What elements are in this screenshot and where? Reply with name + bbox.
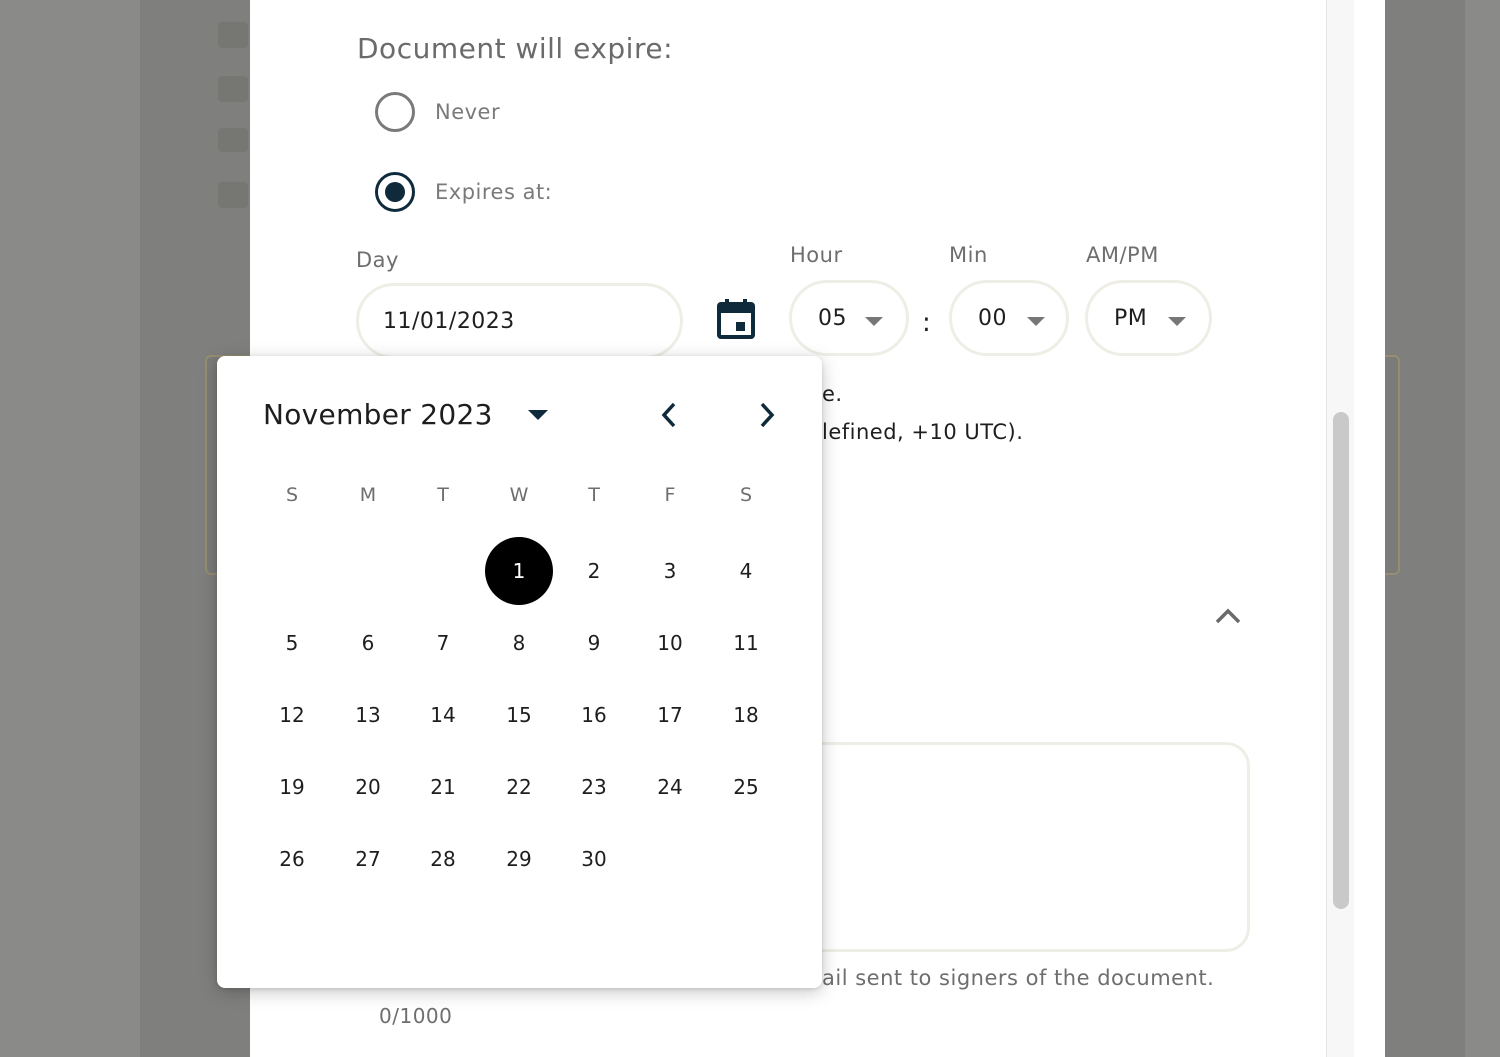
calendar-day[interactable]: 13: [334, 681, 402, 749]
calendar-day[interactable]: 21: [409, 753, 477, 821]
calendar-day[interactable]: 22: [485, 753, 553, 821]
radio-expires-at-label[interactable]: Expires at:: [435, 180, 552, 204]
calendar-day[interactable]: 23: [560, 753, 628, 821]
calendar-day[interactable]: 27: [334, 825, 402, 893]
calendar-icon[interactable]: [716, 298, 756, 340]
calendar-day[interactable]: 16: [560, 681, 628, 749]
scrollbar-thumb[interactable]: [1333, 412, 1349, 909]
min-label: Min: [949, 243, 988, 267]
ampm-value: PM: [1114, 305, 1148, 331]
radio-never[interactable]: [375, 92, 415, 132]
background-text-blur: [218, 128, 248, 152]
expiry-section-title: Document will expire:: [357, 32, 674, 65]
calendar-day-selected[interactable]: 1: [485, 537, 553, 605]
calendar-day[interactable]: 26: [258, 825, 326, 893]
calendar-day[interactable]: 17: [636, 681, 704, 749]
weekday-header: M: [359, 484, 377, 506]
radio-never-label[interactable]: Never: [435, 100, 500, 124]
hour-label: Hour: [790, 243, 843, 267]
calendar-day[interactable]: 29: [485, 825, 553, 893]
calendar-day[interactable]: 5: [258, 609, 326, 677]
weekday-header: W: [509, 484, 529, 506]
radio-expires-at[interactable]: [375, 172, 415, 212]
month-year-label[interactable]: November 2023: [263, 398, 493, 431]
calendar-day[interactable]: 19: [258, 753, 326, 821]
weekday-header: F: [664, 484, 676, 506]
calendar-day[interactable]: 24: [636, 753, 704, 821]
date-picker-popup: November 2023 SMTWTFS 1 2 3 4 5 6 7 8 9 10 11 12 13 1…: [217, 356, 822, 988]
calendar-day[interactable]: 14: [409, 681, 477, 749]
caret-down-icon: [1168, 317, 1186, 326]
timezone-text-partial: e.: [822, 382, 843, 406]
radio-option-never[interactable]: Never: [375, 92, 500, 132]
calendar-day[interactable]: 3: [636, 537, 704, 605]
message-character-counter: 0/1000: [379, 1004, 453, 1028]
chevron-right-icon[interactable]: [755, 400, 779, 430]
hour-value: 05: [818, 305, 847, 331]
day-input[interactable]: 11/01/2023: [356, 283, 683, 359]
calendar-day[interactable]: 12: [258, 681, 326, 749]
caret-down-icon: [865, 317, 883, 326]
weekday-header: S: [285, 484, 299, 506]
weekday-header: T: [437, 484, 449, 506]
chevron-left-icon[interactable]: [657, 400, 681, 430]
calendar-day[interactable]: 2: [560, 537, 628, 605]
calendar-day[interactable]: 20: [334, 753, 402, 821]
message-textarea[interactable]: [760, 742, 1250, 952]
minute-value: 00: [978, 305, 1007, 331]
background-text-blur: [218, 182, 248, 208]
day-label: Day: [356, 248, 399, 272]
calendar-day[interactable]: 10: [636, 609, 704, 677]
radio-option-expires-at[interactable]: Expires at:: [375, 172, 552, 212]
message-helper-text: ail sent to signers of the document.: [822, 966, 1215, 990]
caret-down-icon: [1027, 317, 1045, 326]
hour-select[interactable]: 05: [789, 280, 909, 356]
background-text-blur: [218, 22, 248, 48]
calendar-day[interactable]: 4: [712, 537, 780, 605]
calendar-day[interactable]: 30: [560, 825, 628, 893]
background-text-blur: [218, 76, 248, 102]
minute-select[interactable]: 00: [949, 280, 1069, 356]
day-input-value: 11/01/2023: [383, 308, 515, 334]
calendar-day[interactable]: 7: [409, 609, 477, 677]
calendar-day[interactable]: 28: [409, 825, 477, 893]
calendar-day[interactable]: 18: [712, 681, 780, 749]
weekday-header: T: [588, 484, 600, 506]
calendar-day[interactable]: 6: [334, 609, 402, 677]
ampm-select[interactable]: PM: [1085, 280, 1212, 356]
calendar-day[interactable]: 11: [712, 609, 780, 677]
calendar-day[interactable]: 15: [485, 681, 553, 749]
ampm-label: AM/PM: [1086, 243, 1159, 267]
calendar-day[interactable]: 8: [485, 609, 553, 677]
timezone-text-partial: lefined, +10 UTC).: [822, 420, 1024, 444]
caret-down-icon[interactable]: [528, 410, 548, 420]
weekday-header: S: [739, 484, 753, 506]
calendar-day[interactable]: 25: [712, 753, 780, 821]
calendar-day[interactable]: 9: [560, 609, 628, 677]
chevron-up-icon[interactable]: [1214, 606, 1242, 626]
time-separator: :: [922, 308, 931, 338]
